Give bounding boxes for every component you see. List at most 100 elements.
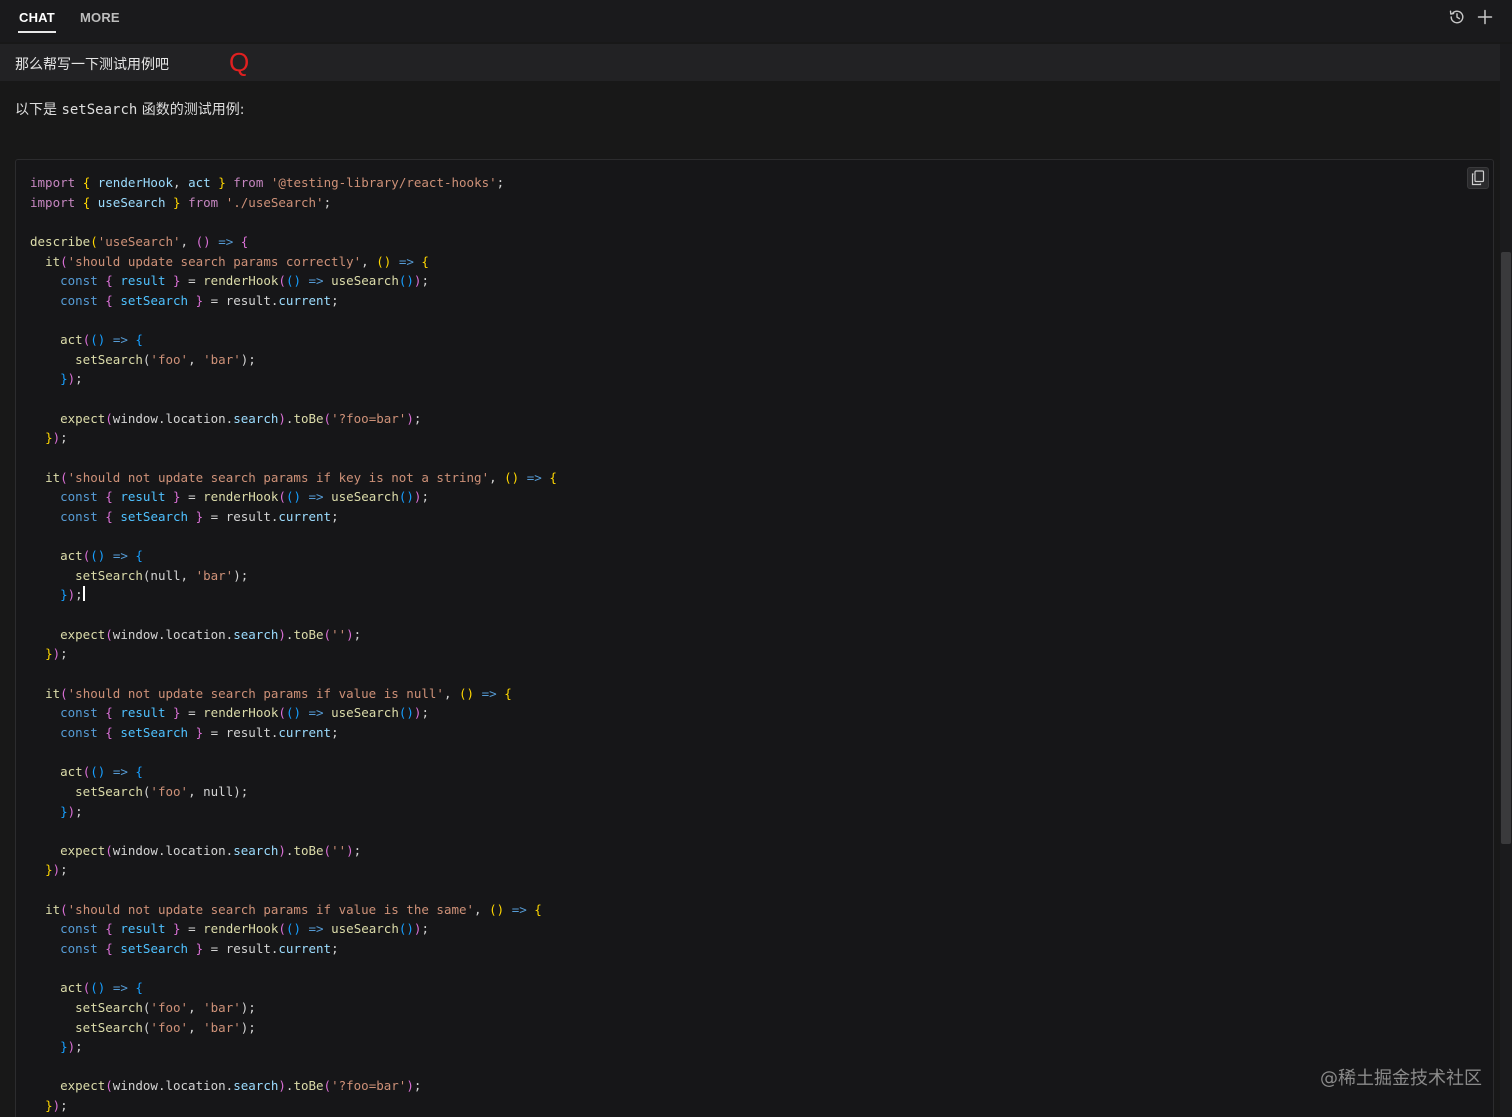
code-token: current [278, 724, 332, 740]
code-token: () [90, 980, 106, 996]
code-token: { [135, 548, 143, 564]
tab-chat[interactable]: CHAT [18, 10, 56, 33]
code-token: { [105, 724, 113, 740]
code-token: { [105, 292, 113, 308]
code-line: setSearch('foo', 'bar'); [30, 350, 557, 370]
code-token: ( [278, 489, 286, 505]
code-token: useSearch [97, 194, 166, 210]
code-line: const { setSearch } = result.current; [30, 507, 557, 527]
copy-button[interactable] [1467, 167, 1489, 189]
code-token: } [173, 273, 181, 289]
chat-panel: CHAT MORE 那么帮写一下测试用例吧 Q 以下是 setSearch 函数… [0, 0, 1512, 1117]
code-token: const [60, 940, 98, 956]
code-token: ( [105, 410, 113, 426]
code-token: ( [278, 273, 286, 289]
code-token: ) [406, 1078, 414, 1094]
code-token: ( [60, 901, 68, 917]
code-token: ; [331, 724, 339, 740]
code-token: } [45, 1098, 53, 1114]
code-token: = [180, 489, 204, 505]
code-token: , [474, 901, 490, 917]
code-token: '?foo=bar' [331, 1078, 407, 1094]
code-content[interactable]: import { renderHook, act } from '@testin… [30, 173, 557, 1116]
code-token: '@testing-library/react-hooks' [270, 175, 497, 190]
scrollbar-thumb[interactable] [1501, 252, 1511, 844]
code-token: ( [105, 842, 113, 858]
code-token: = result. [203, 508, 279, 524]
code-token: ; [75, 371, 83, 387]
code-token: } [195, 292, 204, 308]
code-token: { [549, 469, 557, 485]
code-token: ( [60, 253, 68, 269]
code-line: setSearch('foo', 'bar'); [30, 998, 557, 1018]
code-token: it [45, 469, 61, 485]
code-token: () [504, 469, 520, 485]
code-token: ) [52, 1098, 61, 1114]
code-token: => [112, 764, 128, 780]
code-token: } [60, 371, 68, 387]
question-marker: Q [229, 47, 250, 77]
code-token: 'foo' [150, 1019, 189, 1035]
code-line: }); [30, 369, 557, 389]
code-token: result [120, 489, 166, 505]
code-token: } [45, 430, 53, 446]
code-token: () [398, 489, 414, 505]
code-token: ); [240, 999, 256, 1015]
code-token: } [45, 862, 53, 878]
code-token: 'should not update search params if valu… [67, 901, 475, 917]
history-icon[interactable] [1448, 8, 1466, 26]
code-token: current [278, 508, 332, 524]
code-token: { [135, 764, 143, 780]
code-token: ; [60, 862, 68, 878]
code-line: expect(window.location.search).toBe(''); [30, 841, 557, 861]
question-text: 那么帮写一下测试用例吧 [15, 57, 169, 73]
code-line: }); [30, 585, 557, 605]
code-line: it('should not update search params if v… [30, 684, 557, 704]
code-line: expect(window.location.search).toBe('?fo… [30, 409, 557, 429]
code-token: , null); [188, 783, 249, 799]
tab-more[interactable]: MORE [80, 10, 120, 25]
code-token: ; [353, 842, 362, 858]
code-token: setSearch [75, 351, 143, 367]
code-token: { [534, 901, 542, 917]
code-token: setSearch [75, 1019, 143, 1035]
code-token: result [120, 705, 166, 721]
code-line: act(() => { [30, 546, 557, 566]
code-line: setSearch('foo', null); [30, 782, 557, 802]
code-token: () [285, 921, 301, 937]
code-line: it('should not update search params if v… [30, 900, 557, 920]
code-token: } [195, 508, 204, 524]
code-line: }); [30, 1096, 557, 1116]
code-token: ( [60, 469, 68, 485]
code-token: 'should not update search params if key … [67, 469, 490, 485]
code-token: const [60, 724, 98, 740]
code-token: { [240, 233, 249, 249]
code-token: => [511, 901, 527, 917]
plus-icon[interactable] [1476, 8, 1494, 26]
code-token: 'foo' [150, 351, 189, 367]
code-token: setSearch [120, 940, 189, 956]
code-token: ( [60, 685, 68, 701]
code-token: '?foo=bar' [331, 410, 407, 426]
code-token: search [233, 842, 279, 858]
code-line: it('should not update search params if k… [30, 468, 557, 488]
code-token: expect [60, 410, 106, 426]
code-token: => [398, 253, 414, 269]
